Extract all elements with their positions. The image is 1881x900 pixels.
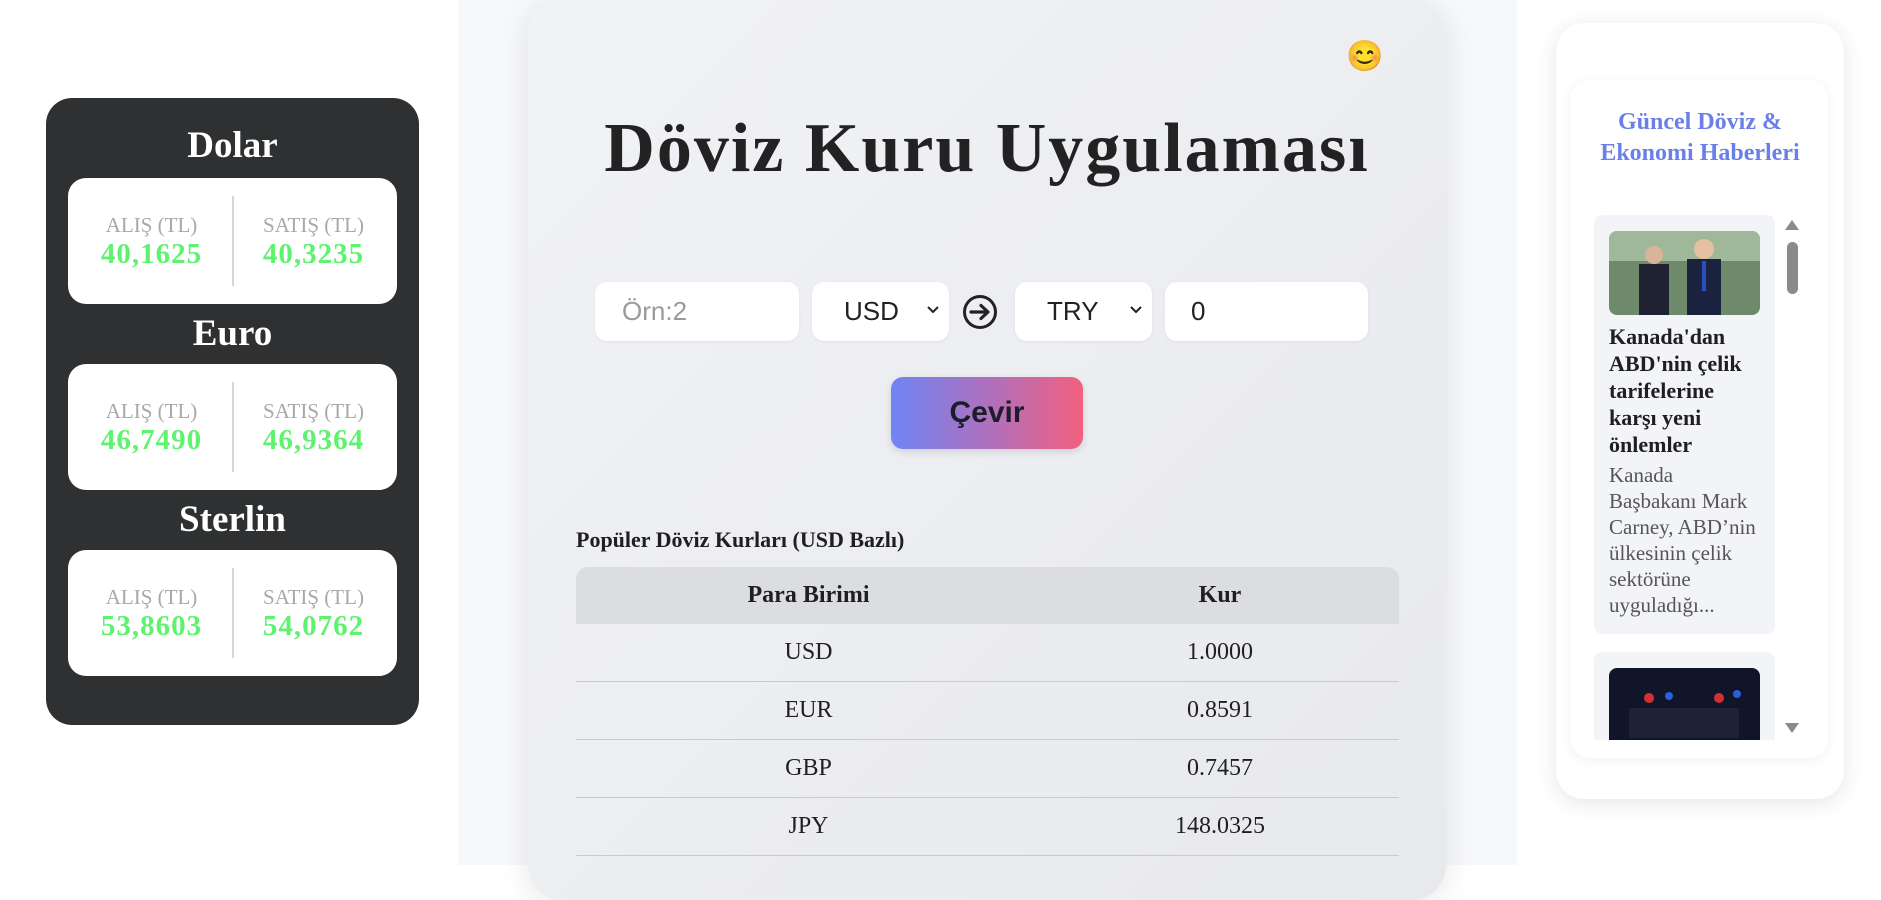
sell-label: SATIŞ (TL) [263, 213, 364, 237]
currency-cell: USD [576, 624, 1041, 682]
scroll-down-arrow-icon[interactable] [1785, 723, 1799, 733]
rate-cell: 148.0325 [1041, 797, 1399, 856]
buy-value: 53,8603 [100, 610, 203, 642]
currency-cell: EUR [576, 681, 1041, 740]
buy-label: ALIŞ (TL) [105, 399, 198, 423]
buy-column: ALIŞ (TL) 46,7490 [72, 398, 232, 456]
to-currency-select[interactable]: TRY [1015, 282, 1152, 341]
currency-title-dolar: Dolar [187, 125, 278, 166]
sell-column: SATIŞ (TL) 54,0762 [234, 584, 394, 642]
rate-card-euro: ALIŞ (TL) 46,7490 SATIŞ (TL) 46,9364 [68, 364, 397, 490]
sell-column: SATIŞ (TL) 40,3235 [234, 212, 394, 270]
buy-label: ALIŞ (TL) [105, 213, 198, 237]
convert-button[interactable]: Çevir [891, 377, 1083, 449]
news-list[interactable]: Kanada'dan ABD'nin çelik tarifelerine ka… [1594, 215, 1775, 740]
sell-label: SATIŞ (TL) [263, 585, 364, 609]
from-currency-select[interactable]: USD [812, 282, 949, 341]
sell-value: 54,0762 [262, 610, 365, 642]
chevron-down-icon [1130, 306, 1142, 314]
sell-column: SATIŞ (TL) 46,9364 [234, 398, 394, 456]
page-title: Döviz Kuru Uygulaması [604, 110, 1370, 187]
to-currency-value: TRY [1047, 296, 1099, 326]
column-header-currency: Para Birimi [576, 567, 1041, 624]
scroll-up-arrow-icon[interactable] [1785, 220, 1799, 230]
result-field[interactable]: 0 [1165, 282, 1368, 341]
arrow-right-icon[interactable] [962, 294, 998, 330]
rate-cell: 1.0000 [1041, 624, 1399, 682]
rate-card-sterlin: ALIŞ (TL) 53,8603 SATIŞ (TL) 54,0762 [68, 550, 397, 676]
sell-value: 46,9364 [262, 424, 365, 456]
rate-cell: 0.8591 [1041, 681, 1399, 740]
chevron-down-icon [927, 306, 939, 314]
rates-table: Para Birimi Kur USD 1.0000 EUR 0.8591 GB… [576, 567, 1399, 856]
buy-value: 40,1625 [100, 238, 203, 270]
news-title: Kanada'dan ABD'nin çelik tarifelerine ka… [1609, 324, 1742, 457]
sell-value: 40,3235 [262, 238, 365, 270]
currency-title-euro: Euro [192, 313, 273, 354]
rate-card-dolar: ALIŞ (TL) 40,1625 SATIŞ (TL) 40,3235 [68, 178, 397, 304]
amount-input[interactable]: Örn:2 [595, 282, 799, 341]
currency-cell: JPY [576, 797, 1041, 856]
buy-label: ALIŞ (TL) [105, 585, 198, 609]
table-header-row: Para Birimi Kur [576, 567, 1399, 624]
smile-emoji-icon: 😊 [1346, 40, 1384, 73]
news-photo-icon [1609, 668, 1760, 740]
rate-cell: 0.7457 [1041, 739, 1399, 798]
news-item[interactable] [1594, 652, 1775, 740]
table-row: GBP 0.7457 [576, 739, 1399, 798]
buy-column: ALIŞ (TL) 40,1625 [72, 212, 232, 270]
table-caption: Popüler Döviz Kurları (USD Bazlı) [576, 527, 905, 552]
sell-label: SATIŞ (TL) [263, 399, 364, 423]
news-heading: Güncel Döviz & Ekonomi Haberleri [1600, 109, 1800, 166]
column-header-rate: Kur [1041, 567, 1399, 624]
currency-title-sterlin: Sterlin [179, 499, 286, 540]
news-item[interactable]: Kanada'dan ABD'nin çelik tarifelerine ka… [1594, 215, 1775, 634]
news-description: Kanada Başbakanı Mark Carney, ABD’nin ül… [1609, 463, 1756, 617]
from-currency-value: USD [844, 296, 899, 326]
currency-cell: GBP [576, 739, 1041, 798]
rates-panel: Dolar ALIŞ (TL) 40,1625 SATIŞ (TL) 40,32… [46, 98, 419, 725]
table-row: JPY 148.0325 [576, 797, 1399, 856]
table-row: EUR 0.8591 [576, 681, 1399, 740]
buy-value: 46,7490 [100, 424, 203, 456]
news-photo-icon [1609, 231, 1760, 315]
scrollbar-thumb[interactable] [1787, 242, 1798, 294]
buy-column: ALIŞ (TL) 53,8603 [72, 584, 232, 642]
table-row: USD 1.0000 [576, 624, 1399, 682]
